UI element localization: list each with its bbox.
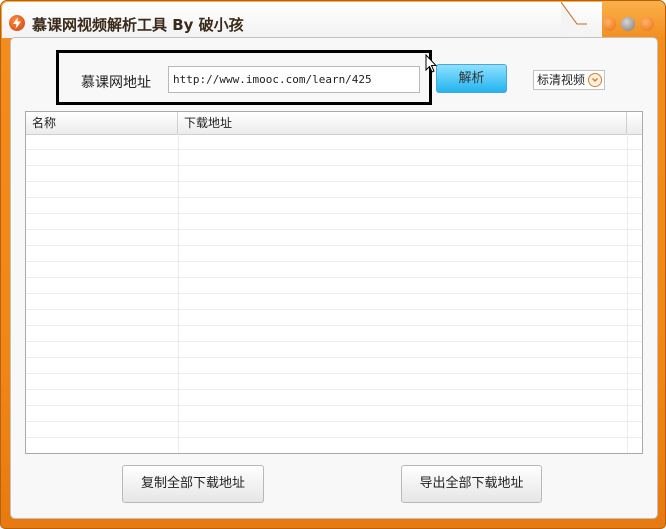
export-all-button[interactable]: 导出全部下载地址 <box>401 465 542 503</box>
column-name-header[interactable]: 名称 <box>26 112 178 134</box>
restore-button[interactable] <box>621 17 635 31</box>
table-header: 名称 下载地址 <box>26 112 642 135</box>
copy-all-button[interactable]: 复制全部下载地址 <box>122 465 264 503</box>
mouse-cursor-icon <box>425 54 437 73</box>
column-divider <box>627 134 628 453</box>
close-button[interactable] <box>640 17 654 31</box>
minimize-button[interactable] <box>602 17 616 31</box>
quality-value: 标清视频 <box>537 73 586 87</box>
column-url-header[interactable]: 下载地址 <box>178 112 627 134</box>
parse-button[interactable]: 解析 <box>436 64 507 93</box>
window-title: 慕课网视频解析工具 By 破小孩 <box>32 16 244 34</box>
table-body <box>26 134 642 453</box>
chevron-down-icon <box>588 73 602 87</box>
column-filler-header <box>627 112 642 134</box>
quality-dropdown[interactable]: 标清视频 <box>533 70 605 90</box>
url-input[interactable] <box>168 66 420 93</box>
app-logo-icon <box>9 15 25 31</box>
title-bar-edge <box>561 2 587 38</box>
column-divider <box>178 134 179 453</box>
video-table[interactable]: 名称 下载地址 <box>25 111 643 454</box>
url-label: 慕课网地址 <box>81 75 151 91</box>
